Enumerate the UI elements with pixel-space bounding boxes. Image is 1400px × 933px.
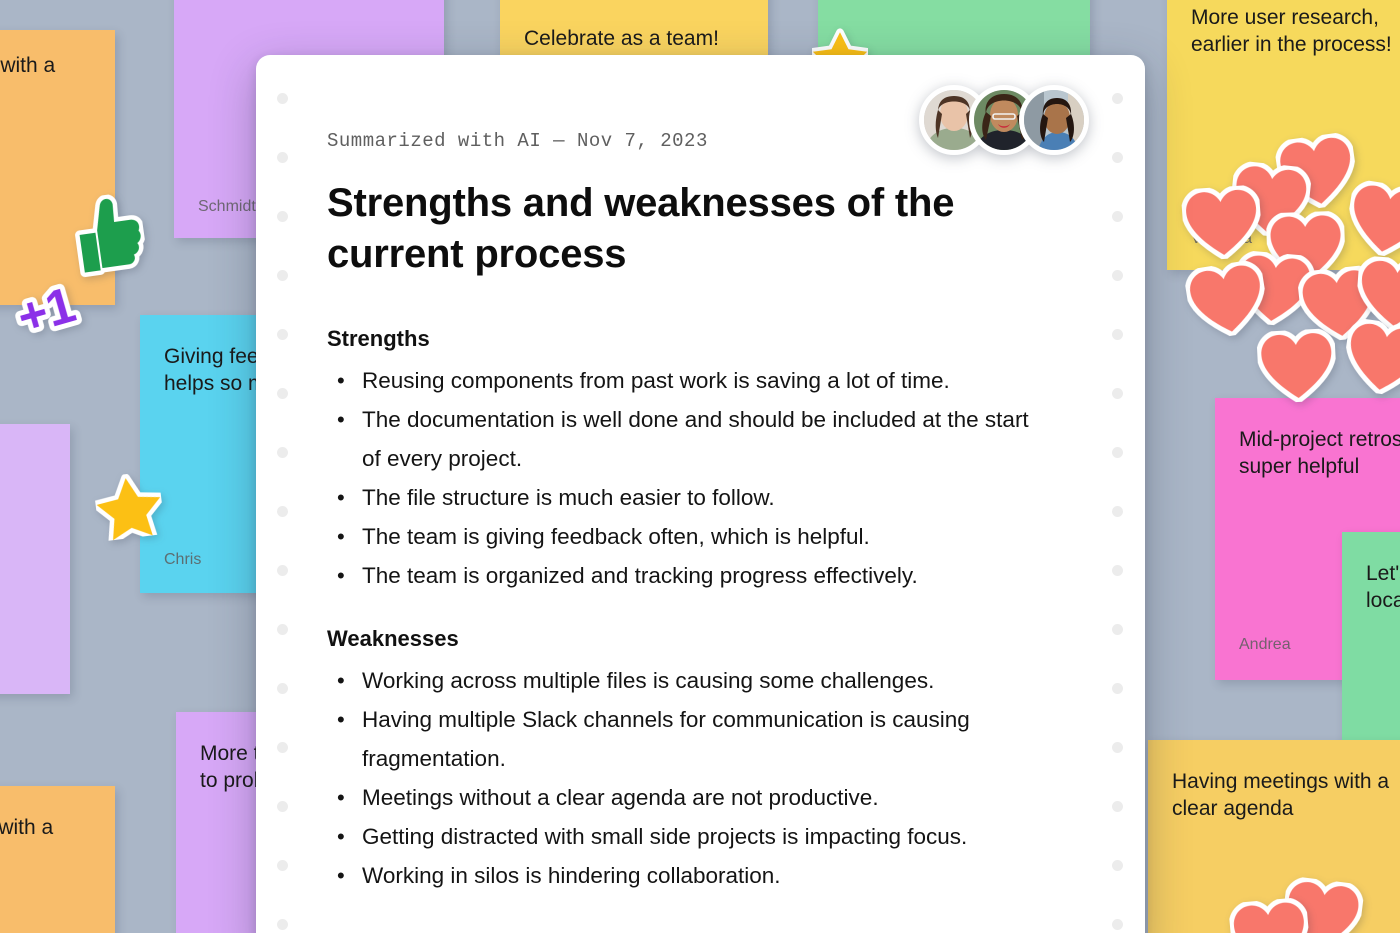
notebook-hole: [277, 624, 288, 635]
list-item: Reusing components from past work is sav…: [327, 362, 1032, 401]
sticky-note-text: s with a: [0, 816, 54, 839]
notebook-hole: [277, 152, 288, 163]
heart-sticker[interactable]: [1228, 897, 1312, 933]
notebook-hole: [277, 801, 288, 812]
card-content: Summarized with AI — Nov 7, 2023 Strengt…: [327, 55, 1067, 933]
sticky-note-text: Celebrate as a team!: [524, 26, 719, 50]
notebook-hole: [1112, 270, 1123, 281]
notebook-hole: [277, 506, 288, 517]
list-item: The team is giving feedback often, which…: [327, 518, 1032, 557]
notebook-hole: [1112, 801, 1123, 812]
list-item: Working across multiple files is causing…: [327, 662, 1032, 701]
notebook-hole: [1112, 329, 1123, 340]
collaborator-avatar-group[interactable]: [919, 85, 1089, 155]
notebook-hole: [277, 919, 288, 930]
thumbs-up-sticker[interactable]: [67, 190, 150, 281]
ai-summary-card[interactable]: Summarized with AI — Nov 7, 2023 Strengt…: [256, 55, 1145, 933]
sticky-note-author: Schmidt: [198, 198, 256, 216]
sticky-note-text: Let's loca: [1366, 562, 1400, 613]
collaborator-avatar-3[interactable]: [1019, 85, 1089, 155]
list-item: The team is organized and tracking progr…: [327, 557, 1032, 596]
list-item: Meetings without a clear agenda are not …: [327, 779, 1032, 818]
notebook-hole: [277, 329, 288, 340]
heart-sticker[interactable]: [1256, 328, 1338, 404]
weaknesses-list: Working across multiple files is causing…: [327, 662, 1067, 896]
sticky-note-yellow-celebrate[interactable]: Celebrate as a team!: [500, 0, 768, 62]
heart-sticker[interactable]: [1183, 258, 1271, 341]
sticky-note-lilac-left[interactable]: [0, 424, 70, 694]
heart-sticker[interactable]: [1340, 317, 1400, 399]
sticky-note-text: Mid-project retros a super helpful: [1239, 428, 1400, 479]
list-item: The documentation is well done and shoul…: [327, 401, 1032, 479]
notebook-hole: [277, 860, 288, 871]
notebook-hole: [277, 742, 288, 753]
notebook-hole: [1112, 211, 1123, 222]
star-sticker-left[interactable]: [92, 470, 165, 542]
section-heading-strengths: Strengths: [327, 326, 430, 352]
sticky-note-text: More user research, earlier in the proce…: [1191, 6, 1392, 57]
notebook-hole: [277, 447, 288, 458]
notebook-hole: [1112, 742, 1123, 753]
notebook-holes-right: [1103, 55, 1133, 933]
list-item: Having multiple Slack channels for commu…: [327, 701, 1032, 779]
notebook-hole: [1112, 506, 1123, 517]
notebook-hole: [1112, 565, 1123, 576]
strengths-list: Reusing components from past work is sav…: [327, 362, 1067, 596]
notebook-hole: [1112, 152, 1123, 163]
sticky-note-author: Chris: [164, 551, 202, 569]
sticky-note-text: Having meetings with a clear agenda: [1172, 770, 1390, 821]
list-item: The file structure is much easier to fol…: [327, 479, 1032, 518]
notebook-hole: [1112, 624, 1123, 635]
section-heading-weaknesses: Weaknesses: [327, 625, 459, 651]
sticky-note-orange-bottom-left[interactable]: s with a: [0, 786, 115, 933]
page-title: Strengths and weaknesses of the current …: [327, 181, 955, 277]
notebook-hole: [277, 388, 288, 399]
list-item: Working in silos is hindering collaborat…: [327, 857, 1032, 896]
retro-board-canvas[interactable]: s with a Schmidt Celebrate as a team! Mo…: [0, 0, 1400, 933]
notebook-hole: [277, 93, 288, 104]
notebook-hole: [277, 211, 288, 222]
svg-text:+1: +1: [11, 276, 81, 346]
notebook-hole: [277, 270, 288, 281]
notebook-hole: [1112, 93, 1123, 104]
list-item: Getting distracted with small side proje…: [327, 818, 1032, 857]
notebook-hole: [1112, 860, 1123, 871]
sticky-note-text: s with a: [0, 54, 56, 77]
notebook-hole: [1112, 388, 1123, 399]
notebook-hole: [1112, 683, 1123, 694]
notebook-hole: [277, 683, 288, 694]
notebook-hole: [277, 565, 288, 576]
sticky-note-author: Andrea: [1239, 636, 1291, 654]
heart-sticker[interactable]: [1343, 178, 1400, 261]
notebook-hole: [1112, 447, 1123, 458]
notebook-holes-left: [268, 55, 298, 933]
notebook-hole: [1112, 919, 1123, 930]
